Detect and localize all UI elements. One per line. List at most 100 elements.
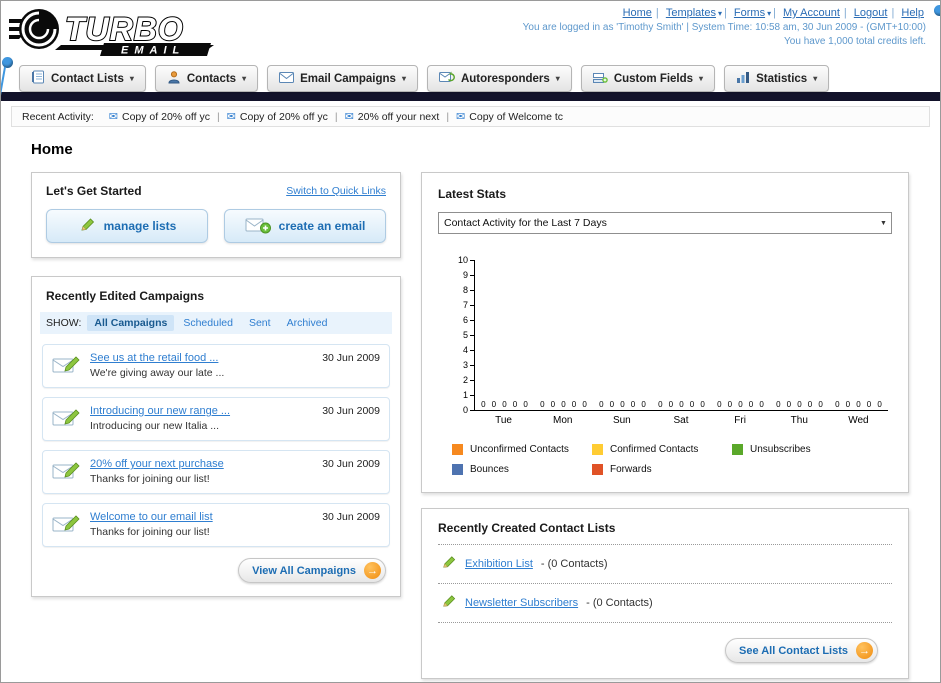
campaign-title-link[interactable]: See us at the retail food ... [90,352,314,364]
chart-ytick-label: 5 [462,330,468,340]
chart-value-label: 0 [700,400,705,409]
chart-ytick-label: 0 [462,405,468,415]
contact-list-item[interactable]: Exhibition List - (0 Contacts) [438,545,892,584]
link-logout[interactable]: Logout [854,7,888,19]
chart-ytick-label: 7 [462,300,468,310]
see-all-contact-lists-button[interactable]: See All Contact Lists → [724,638,878,663]
chart-value-label: 0 [818,400,823,409]
contact-list-detail: - (0 Contacts) [540,558,608,570]
turbo-email-logo-svg: TURBO EMAIL [9,9,214,57]
get-started-title: Let's Get Started [46,184,142,198]
campaign-list: See us at the retail food ... We're givi… [32,334,400,547]
tab-autoresponders[interactable]: Autoresponders ▾ [426,65,572,92]
chart-legend: Unconfirmed Contacts Confirmed Contacts Un… [452,444,892,475]
campaign-title-link[interactable]: Introducing our new range ... [90,405,314,417]
switch-quick-links-link[interactable]: Switch to Quick Links [286,185,386,197]
chart-value-label: 0 [717,400,722,409]
campaign-subtitle: Thanks for joining our list! [90,473,210,485]
recent-activity-item[interactable]: ✉ 20% off your next [345,110,440,124]
campaign-item[interactable]: See us at the retail food ... We're givi… [42,344,390,388]
contact-list-link[interactable]: Exhibition List [465,558,533,570]
chart-value-label: 0 [502,400,507,409]
chart-value-label: 0 [582,400,587,409]
tab-custom-fields[interactable]: Custom Fields ▾ [580,65,716,92]
filter-all-campaigns[interactable]: All Campaigns [87,315,175,331]
tab-label: Statistics [756,72,808,85]
link-my-account[interactable]: My Account [783,7,840,19]
separator: | [334,110,338,123]
chart-value-label: 0 [561,400,566,409]
chart-value-label: 0 [689,400,695,409]
campaign-subtitle: Introducing our new Italia ... [90,420,219,432]
main-nav: Contact Lists ▾ Contacts ▾ Email Campaig… [1,63,940,92]
nav-underline-bar [1,92,940,101]
legend-item: Unconfirmed Contacts [452,444,592,455]
chart-value-label: 0 [550,400,556,409]
dropdown-arrow-icon: ▼ [880,219,887,227]
recent-activity-item[interactable]: ✉ Copy of 20% off yc [227,110,328,124]
tab-email-campaigns[interactable]: Email Campaigns ▾ [267,65,418,92]
link-templates[interactable]: Templates [666,7,716,19]
contact-list-item[interactable]: Newsletter Subscribers - (0 Contacts) [438,584,892,623]
chart-value-label: 0 [512,400,518,409]
campaign-item[interactable]: Welcome to our email list Thanks for joi… [42,503,390,547]
logo-title-text: TURBO [65,11,184,47]
manage-lists-button[interactable]: manage lists [46,209,208,243]
campaign-item[interactable]: Introducing our new range ... Introducin… [42,397,390,441]
filter-scheduled[interactable]: Scheduled [176,315,240,331]
create-email-label: create an email [278,219,366,233]
chart-days: Tue Mon Sun Sat Fri Thu Wed [474,415,888,426]
chart-ytick-label: 9 [462,270,468,280]
link-help[interactable]: Help [901,7,924,19]
stats-period-dropdown[interactable]: Contact Activity for the Last 7 Days ▼ [438,212,892,234]
tab-contact-lists[interactable]: Contact Lists ▾ [19,65,146,92]
legend-swatch [452,464,463,475]
latest-stats-title: Latest Stats [438,187,507,201]
legend-label: Unsubscribes [750,444,811,455]
chart-value-label: 0 [571,400,577,409]
link-forms[interactable]: Forms [734,7,765,19]
pencil-icon [78,216,96,237]
campaign-date: 30 Jun 2009 [322,405,380,417]
campaign-item[interactable]: 20% off your next purchase Thanks for jo… [42,450,390,494]
tab-statistics[interactable]: Statistics ▾ [724,65,830,92]
chart-bar-group: 00000 [534,260,593,410]
recent-activity-item[interactable]: ✉ Copy of 20% off yc [108,110,210,124]
link-home[interactable]: Home [623,7,652,19]
page: TURBO EMAIL Home | Templates ▾ | Forms ▾ | My… [0,0,941,683]
chart-value-label: 0 [620,400,625,409]
chart-value-label: 0 [491,400,497,409]
chart-bar-group: 00000 [593,260,652,410]
annotation-dot-right [934,5,940,16]
chart-value-label: 0 [748,400,754,409]
email-plus-icon [245,216,271,237]
chart-bar-group: 00000 [829,260,888,410]
tab-label: Custom Fields [613,72,694,85]
campaign-title-link[interactable]: Welcome to our email list [90,511,314,523]
right-column: Latest Stats Contact Activity for the La… [421,172,909,679]
create-email-button[interactable]: create an email [224,209,386,243]
chart-value-label: 0 [641,400,646,409]
view-all-campaigns-button[interactable]: View All Campaigns → [238,558,386,583]
filter-archived[interactable]: Archived [280,315,335,331]
campaign-title-link[interactable]: 20% off your next purchase [90,458,314,470]
contact-list-link[interactable]: Newsletter Subscribers [465,597,578,609]
email-icon: ✉ [108,111,118,123]
latest-stats-panel: Latest Stats Contact Activity for the La… [421,172,909,493]
turbo-email-logo[interactable]: TURBO EMAIL [9,5,264,62]
chart-day-label: Tue [495,415,512,426]
legend-swatch [732,444,743,455]
login-info: You are logged in as 'Timothy Smith' | S… [522,22,926,33]
recent-activity-bar: Recent Activity: ✉ Copy of 20% off yc | ✉… [11,106,930,127]
recent-activity-item[interactable]: ✉ Copy of Welcome tc [456,110,563,124]
legend-item: Bounces [452,464,592,475]
tab-contacts[interactable]: Contacts ▾ [154,65,259,92]
chevron-down-icon: ▾ [717,9,722,18]
filter-sent[interactable]: Sent [242,315,278,331]
chart-value-label: 0 [807,400,813,409]
chevron-down-icon: ▾ [242,74,247,83]
email-edit-icon [52,458,82,486]
legend-label: Confirmed Contacts [610,444,699,455]
chart-ytick-label: 3 [462,360,468,370]
see-all-contact-lists-label: See All Contact Lists [738,644,848,657]
